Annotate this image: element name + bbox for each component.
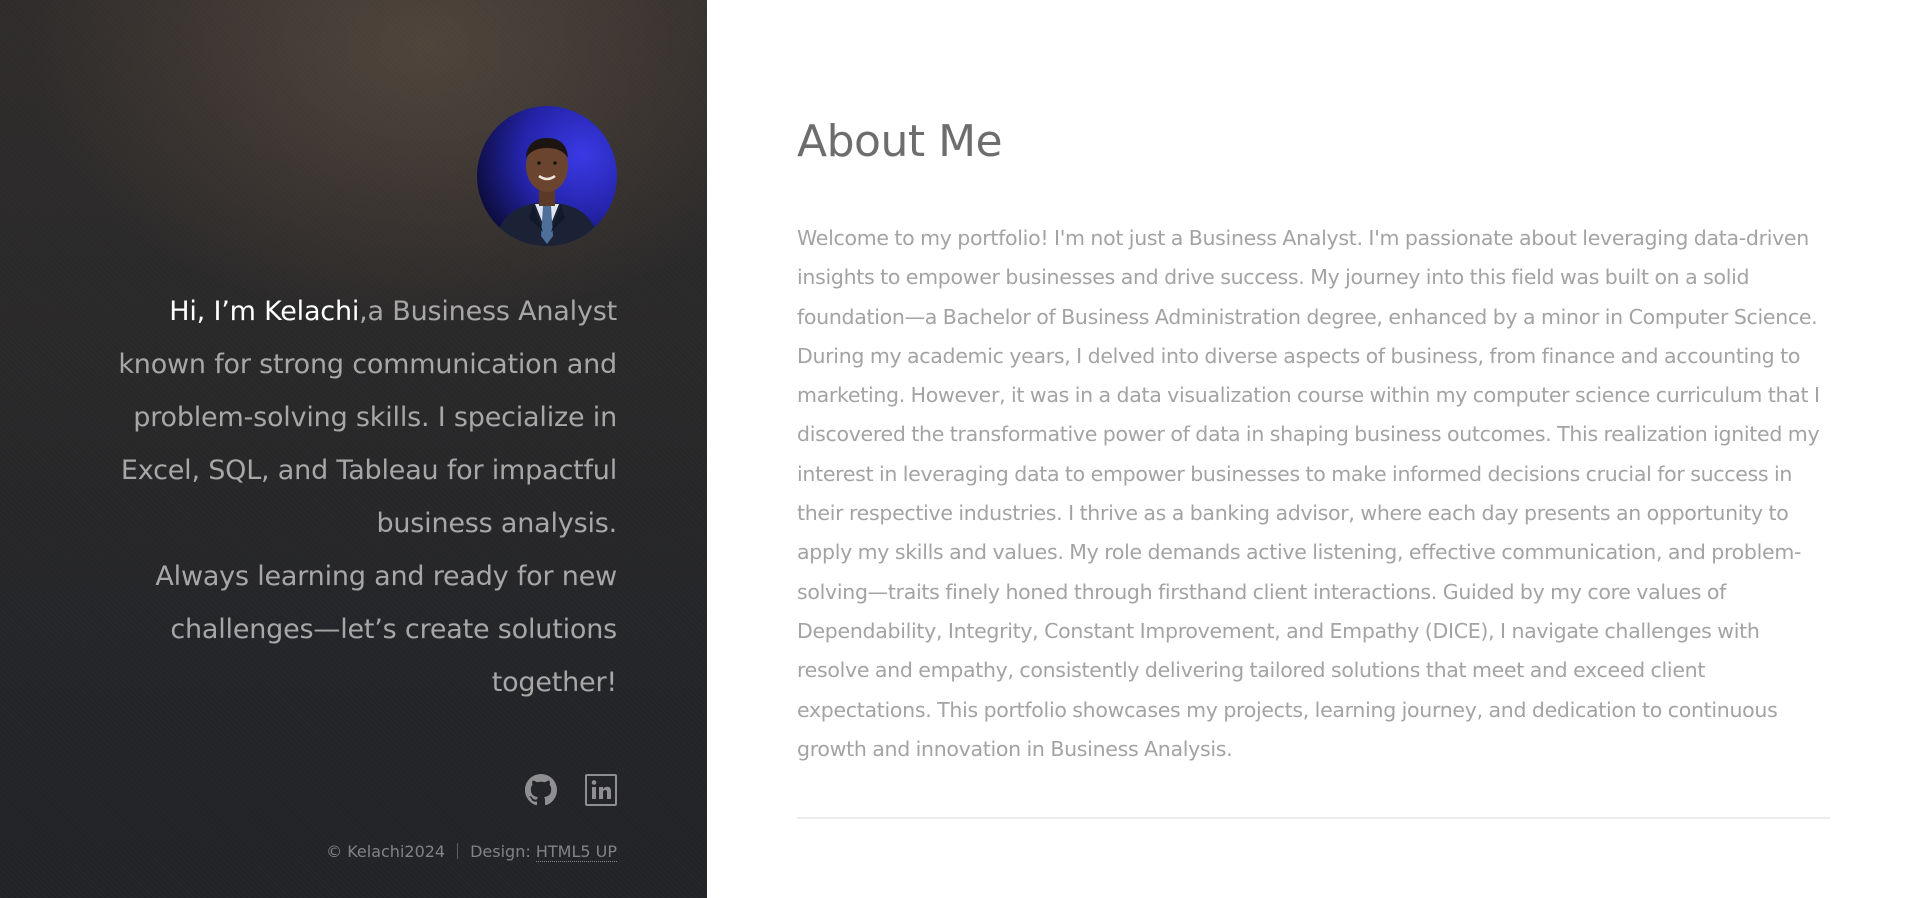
intro-second-paragraph: Always learning and ready for new challe… [155, 561, 617, 698]
section-divider [797, 817, 1830, 819]
intro-name: Hi, I’m Kelachi [169, 296, 360, 327]
main-content: About Me Welcome to my portfolio! I'm no… [707, 0, 1920, 898]
design-label: Design: [470, 842, 531, 861]
page-title: About Me [797, 116, 1003, 167]
footer-separator [457, 843, 459, 859]
page: Hi, I’m Kelachi,a Business Analyst known… [0, 0, 1920, 898]
footer: © Kelachi2024 Design: HTML5 UP [326, 842, 617, 862]
intro-description: ,a Business Analyst known for strong com… [118, 296, 617, 539]
social-links [525, 774, 617, 806]
copyright-text: © Kelachi2024 [326, 842, 446, 861]
about-paragraph: Welcome to my portfolio! I'm not just a … [797, 226, 1820, 761]
intro-text: Hi, I’m Kelachi,a Business Analyst known… [80, 285, 617, 709]
sidebar: Hi, I’m Kelachi,a Business Analyst known… [0, 0, 707, 898]
linkedin-link[interactable] [585, 774, 617, 806]
profile-photo [477, 106, 617, 246]
avatar [477, 106, 617, 246]
html5up-link[interactable]: HTML5 UP [535, 842, 617, 862]
github-icon [525, 774, 557, 806]
github-link[interactable] [525, 774, 557, 806]
linkedin-icon [585, 774, 617, 806]
